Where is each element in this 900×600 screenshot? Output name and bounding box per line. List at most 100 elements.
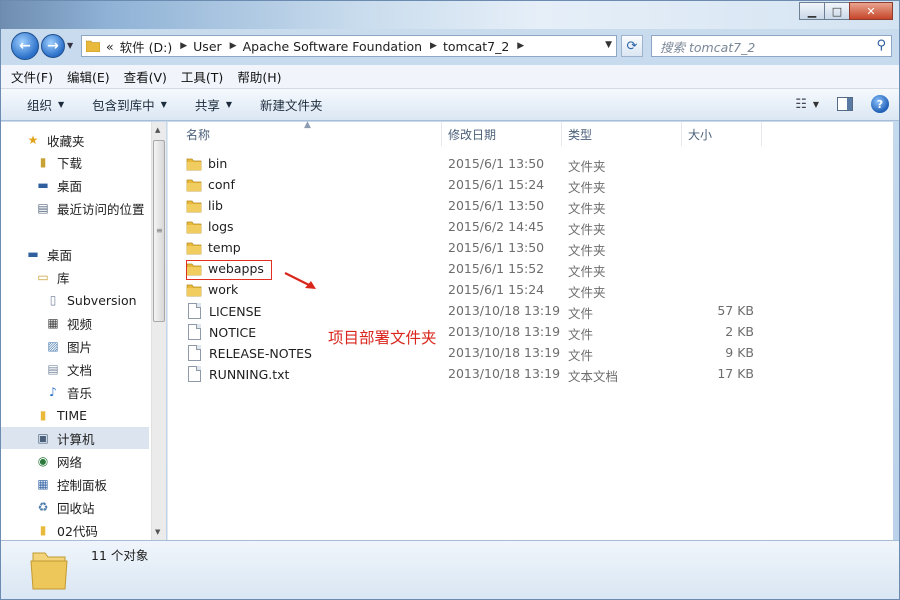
search-placeholder: 搜索 tomcat7_2 — [660, 39, 756, 55]
forward-button[interactable]: → — [41, 34, 65, 58]
file-row[interactable]: bin 2015/6/1 13:50 文件夹 — [168, 153, 894, 174]
close-button[interactable]: ✕ — [849, 2, 893, 20]
sidebar-item-label: 下载 — [57, 155, 83, 171]
file-row[interactable]: conf 2015/6/1 15:24 文件夹 — [168, 174, 894, 195]
menu-tools[interactable]: 工具(T) — [181, 67, 223, 86]
file-type: 文件 — [568, 306, 594, 321]
refresh-button[interactable]: ⟳ — [621, 35, 643, 57]
network-icon: ◉ — [37, 454, 49, 468]
file-name: conf — [208, 177, 235, 192]
folder-icon — [186, 158, 202, 170]
sidebar-item[interactable]: ♻ 回收站 — [1, 496, 149, 518]
share-button[interactable]: 共享 ▼ — [195, 95, 232, 114]
sidebar-item[interactable]: ▭ 库 — [1, 266, 149, 288]
file-name-cell[interactable]: RELEASE-NOTES — [186, 345, 312, 361]
file-name-cell[interactable]: NOTICE — [186, 324, 256, 340]
file-row[interactable]: RELEASE-NOTES 2013/10/18 13:19 文件 9 KB — [168, 342, 894, 363]
preview-pane-icon[interactable] — [837, 97, 853, 111]
file-name-cell[interactable]: lib — [186, 198, 223, 213]
file-name-cell[interactable]: LICENSE — [186, 303, 261, 319]
file-row[interactable]: RUNNING.txt 2013/10/18 13:19 文本文档 17 KB — [168, 363, 894, 384]
file-name-cell[interactable]: RUNNING.txt — [186, 366, 289, 382]
file-row[interactable]: lib 2015/6/1 13:50 文件夹 — [168, 195, 894, 216]
file-icon — [188, 345, 201, 361]
file-row[interactable]: logs 2015/6/2 14:45 文件夹 — [168, 216, 894, 237]
view-dropdown-icon[interactable]: ▼ — [813, 100, 819, 109]
file-name-cell[interactable]: work — [186, 282, 238, 297]
file-size: 9 KB — [725, 345, 754, 360]
include-in-library-button[interactable]: 包含到库中 ▼ — [92, 95, 167, 114]
file-row[interactable]: temp 2015/6/1 13:50 文件夹 — [168, 237, 894, 258]
file-type: 文件 — [568, 348, 594, 363]
breadcrumb-overflow[interactable]: « — [106, 39, 114, 54]
menu-file[interactable]: 文件(F) — [11, 67, 53, 86]
search-input[interactable]: 搜索 tomcat7_2 ⚲ — [651, 35, 892, 57]
file-type: 文件夹 — [568, 201, 606, 216]
menu-help[interactable]: 帮助(H) — [237, 67, 281, 86]
sidebar-item[interactable]: ▦ 视频 — [1, 312, 149, 334]
scroll-down-icon[interactable]: ▼ — [155, 528, 160, 536]
file-date: 2013/10/18 13:19 — [448, 345, 561, 360]
breadcrumb-chevron-icon[interactable]: ▶ — [430, 41, 437, 51]
sidebar-item[interactable]: ▤ 最近访问的位置 — [1, 197, 149, 219]
sidebar-item[interactable]: ▦ 控制面板 — [1, 473, 149, 495]
column-header-name[interactable]: 名称 ▲ — [168, 120, 442, 146]
breadcrumb-item[interactable]: Apache Software Foundation — [243, 39, 422, 54]
file-name-cell[interactable]: temp — [186, 240, 241, 255]
share-label: 共享 — [194, 98, 220, 113]
sidebar-item[interactable]: ▤ 文档 — [1, 358, 149, 380]
library-folder-icon: ▯ — [49, 293, 57, 307]
file-date: 2013/10/18 13:19 — [448, 303, 561, 318]
new-folder-button[interactable]: 新建文件夹 — [260, 95, 323, 114]
change-view-icon[interactable]: ☷ — [795, 97, 807, 112]
breadcrumb-chevron-icon[interactable]: ▶ — [180, 41, 187, 51]
file-type: 文件夹 — [568, 264, 606, 279]
sidebar-item-label: 库 — [57, 270, 70, 286]
file-name: bin — [208, 156, 228, 171]
sidebar-item[interactable]: ▨ 图片 — [1, 335, 149, 357]
recent-pages-dropdown-icon[interactable]: ▼ — [67, 41, 73, 50]
sidebar-item[interactable]: ▮ 下载 — [1, 151, 149, 173]
breadcrumb-item[interactable]: User — [193, 39, 222, 54]
sidebar-item-label: 视频 — [67, 316, 93, 332]
breadcrumb-item[interactable]: tomcat7_2 — [443, 39, 509, 54]
sidebar-item[interactable]: ▣ 计算机 — [1, 427, 149, 449]
file-row[interactable]: webapps 2015/6/1 15:52 文件夹 — [168, 258, 894, 279]
breadcrumb-chevron-icon[interactable]: ▶ — [517, 41, 524, 51]
file-row[interactable]: LICENSE 2013/10/18 13:19 文件 57 KB — [168, 300, 894, 321]
column-name-label: 名称 — [186, 127, 211, 142]
help-icon[interactable]: ? — [871, 95, 889, 113]
breadcrumb-item[interactable]: 软件 (D:) — [120, 37, 173, 56]
search-icon[interactable]: ⚲ — [876, 38, 886, 53]
title-bar[interactable]: ▁ □ ✕ — [1, 1, 899, 29]
maximize-button[interactable]: □ — [824, 2, 850, 20]
navigation-scrollbar[interactable]: ▲ ≡ ▼ — [151, 122, 166, 540]
back-arrow-icon: ← — [19, 38, 31, 54]
breadcrumb-chevron-icon[interactable]: ▶ — [230, 41, 237, 51]
column-header-type[interactable]: 类型 — [562, 122, 682, 146]
sidebar-item[interactable]: ★ 收藏夹 — [1, 129, 149, 151]
address-bar[interactable]: « 软件 (D:) ▶ User ▶ Apache Software Found… — [81, 35, 617, 57]
minimize-button[interactable]: ▁ — [799, 2, 825, 20]
menu-edit[interactable]: 编辑(E) — [67, 67, 110, 86]
sidebar-item[interactable]: ◉ 网络 — [1, 450, 149, 472]
file-name-cell[interactable]: logs — [186, 219, 234, 234]
sidebar-item[interactable]: ▮ TIME — [1, 404, 149, 426]
file-name-cell[interactable]: bin — [186, 156, 227, 171]
include-in-library-label: 包含到库中 — [92, 98, 155, 113]
menu-view[interactable]: 查看(V) — [124, 67, 167, 86]
column-header-size[interactable]: 大小 — [682, 122, 762, 146]
column-header-date[interactable]: 修改日期 — [442, 122, 562, 146]
sidebar-item[interactable]: ▮ 02代码 — [1, 519, 149, 540]
sidebar-item[interactable]: ▬ 桌面 — [1, 243, 149, 265]
file-name-cell[interactable]: conf — [186, 177, 235, 192]
file-row[interactable]: work 2015/6/1 15:24 文件夹 — [168, 279, 894, 300]
sidebar-item[interactable]: ▯ Subversion — [1, 289, 149, 311]
address-dropdown-icon[interactable]: ▼ — [605, 40, 612, 50]
sidebar-item[interactable]: ♪ 音乐 — [1, 381, 149, 403]
file-row[interactable]: NOTICE 2013/10/18 13:19 文件 2 KB — [168, 321, 894, 342]
back-button[interactable]: ← — [11, 32, 39, 60]
organize-button[interactable]: 组织 ▼ — [27, 95, 64, 114]
sidebar-item[interactable]: ▬ 桌面 — [1, 174, 149, 196]
scroll-up-icon[interactable]: ▲ — [155, 126, 160, 134]
